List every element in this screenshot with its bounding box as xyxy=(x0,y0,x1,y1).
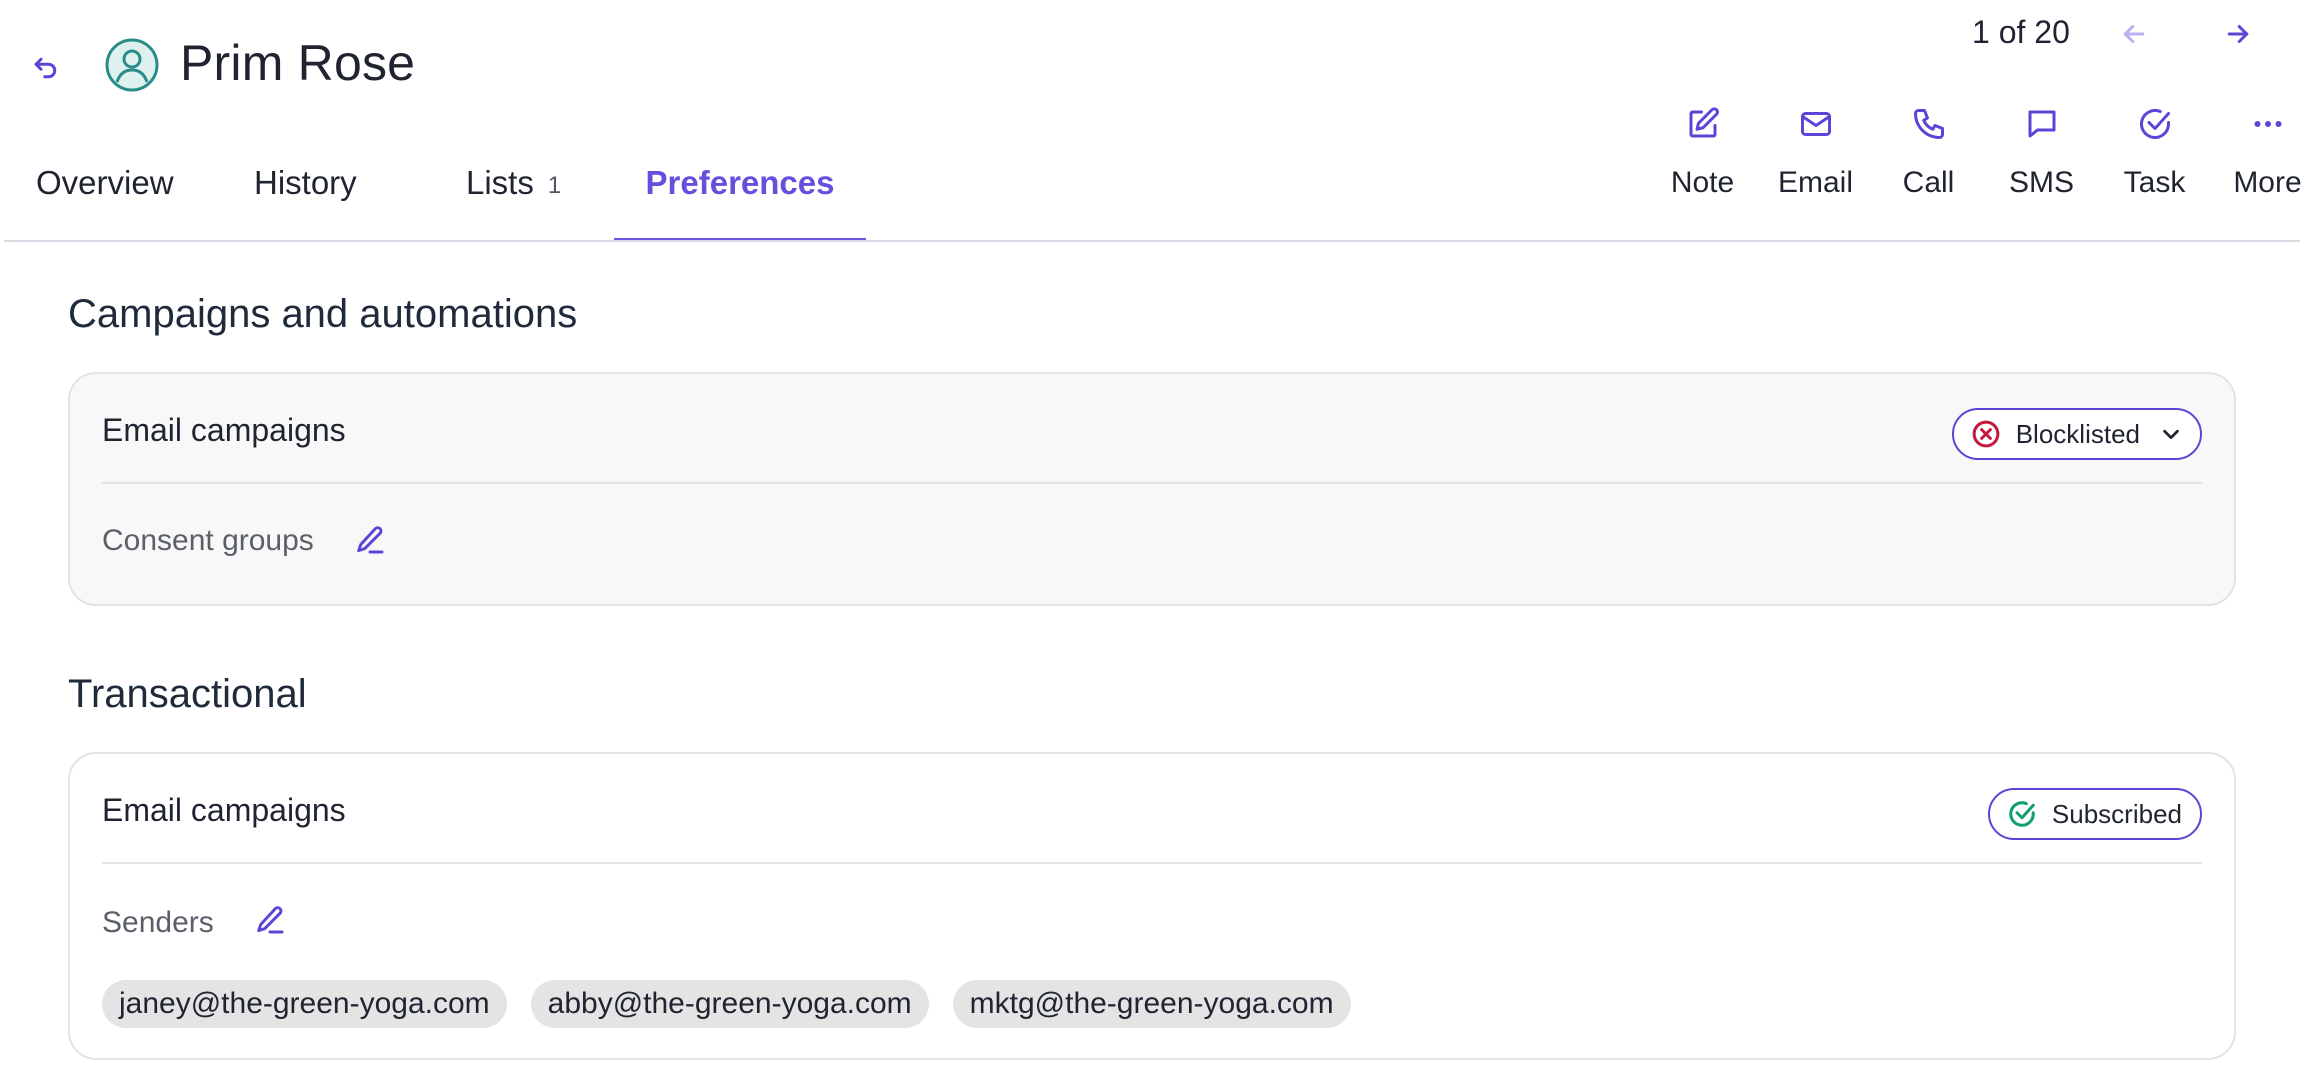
arrow-left-icon xyxy=(2123,25,2145,43)
tab-lists[interactable]: Lists 1 xyxy=(434,150,614,242)
card-divider xyxy=(102,482,2202,484)
status-badge-subscribed[interactable]: Subscribed xyxy=(1987,788,2202,840)
edit-senders-button[interactable] xyxy=(250,900,290,940)
campaigns-section-title: Campaigns and automations xyxy=(68,292,578,336)
card-title: Email campaigns xyxy=(102,412,346,448)
card-title: Email campaigns xyxy=(102,792,346,828)
pencil-icon xyxy=(257,906,284,934)
tab-label: History xyxy=(254,164,357,201)
tab-bar: Overview History Lists 1 Preferences xyxy=(4,150,866,242)
status-label: Blocklisted xyxy=(2015,418,2140,449)
tab-history[interactable]: History xyxy=(218,150,434,242)
transactional-section-title: Transactional xyxy=(68,672,307,716)
previous-contact-button[interactable] xyxy=(2114,14,2154,54)
blocked-x-circle-icon xyxy=(1972,420,2000,448)
sender-chip: abby@the-green-yoga.com xyxy=(530,980,929,1028)
senders-label: Senders xyxy=(102,906,214,939)
status-dropdown-blocklisted[interactable]: Blocklisted xyxy=(1951,408,2202,460)
status-label: Subscribed xyxy=(2051,798,2182,829)
sender-chip: mktg@the-green-yoga.com xyxy=(952,980,1351,1028)
call-button[interactable]: Call xyxy=(1872,104,1985,200)
quick-actions: Note Email Call SMS Task More xyxy=(1646,104,2320,200)
note-button[interactable]: Note xyxy=(1646,104,1759,200)
check-circle-icon xyxy=(2009,801,2035,827)
task-label: Task xyxy=(2123,166,2186,199)
task-check-icon xyxy=(2139,109,2170,139)
more-label: More xyxy=(2233,166,2302,199)
chevron-down-icon xyxy=(2163,429,2179,440)
phone-icon xyxy=(1913,109,1944,139)
tab-label: Preferences xyxy=(645,164,835,201)
sender-chip: janey@the-green-yoga.com xyxy=(102,980,507,1028)
back-button[interactable] xyxy=(26,48,66,88)
tab-label: Lists xyxy=(466,164,534,201)
contact-name: Prim Rose xyxy=(180,35,416,91)
undo-arrow-icon xyxy=(34,57,57,79)
note-edit-icon xyxy=(1689,107,1719,138)
edit-consent-groups-button[interactable] xyxy=(350,520,390,560)
note-label: Note xyxy=(1670,166,1735,199)
more-dots-icon xyxy=(2254,121,2281,127)
tab-overview[interactable]: Overview xyxy=(4,150,218,242)
pager-count: 1 of 20 xyxy=(1972,14,2070,50)
call-label: Call xyxy=(1902,166,1955,199)
email-button[interactable]: Email xyxy=(1759,104,1872,200)
consent-groups-label: Consent groups xyxy=(102,524,314,557)
sms-label: SMS xyxy=(2008,166,2074,199)
mail-icon xyxy=(1800,112,1831,136)
tab-label: Overview xyxy=(36,164,174,201)
sms-button[interactable]: SMS xyxy=(1985,104,2098,200)
more-button[interactable]: More xyxy=(2211,104,2320,200)
card-divider xyxy=(102,862,2202,864)
next-contact-button[interactable] xyxy=(2218,14,2258,54)
arrow-right-icon xyxy=(2227,25,2249,43)
message-icon xyxy=(2028,110,2055,138)
tab-preferences[interactable]: Preferences xyxy=(614,150,866,242)
tab-count-badge: 1 xyxy=(547,172,562,199)
task-button[interactable]: Task xyxy=(2098,104,2211,200)
campaigns-email-card: Email campaigns Blocklisted Consent grou… xyxy=(68,372,2236,606)
email-label: Email xyxy=(1777,166,1853,199)
sender-chip-list: janey@the-green-yoga.com abby@the-green-… xyxy=(102,980,1351,1028)
pencil-icon xyxy=(357,526,384,554)
avatar xyxy=(105,38,159,92)
transactional-email-card: Email campaigns Subscribed Senders janey… xyxy=(68,752,2236,1060)
tab-divider xyxy=(4,240,2300,242)
